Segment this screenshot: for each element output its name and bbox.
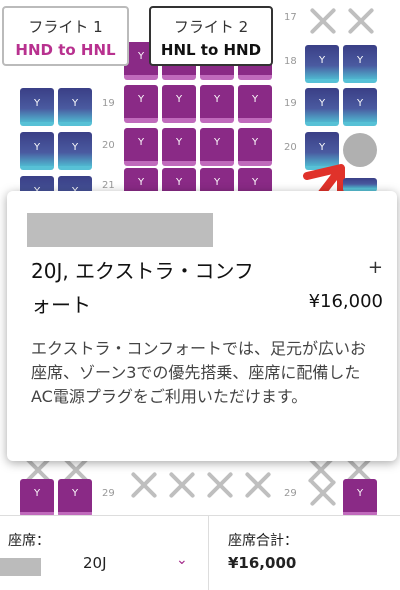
flight-1-label: フライト 1 — [28, 18, 103, 36]
unavailable-seat-icon — [345, 6, 375, 36]
total-label: 座席合計： — [228, 533, 298, 549]
popup-seat-title-continued: ォート — [31, 293, 91, 317]
expand-plus-button[interactable]: + — [368, 257, 383, 278]
row-number: 17 — [284, 12, 297, 23]
seat[interactable]: Y — [58, 479, 92, 517]
seat[interactable]: Y — [58, 132, 92, 170]
flight-1-route: HND to HNL — [15, 41, 116, 59]
total-value: ¥16,000 — [228, 554, 297, 572]
seat[interactable]: Y — [124, 85, 158, 123]
row-number: 29 — [284, 488, 297, 499]
seat[interactable]: Y — [20, 88, 54, 126]
unavailable-seat-icon — [307, 6, 337, 36]
seat[interactable]: Y — [58, 88, 92, 126]
popup-seat-title: 20J, エクストラ・コンフ — [31, 259, 254, 283]
seat-value[interactable]: 20J — [83, 554, 107, 572]
row-number: 19 — [284, 98, 297, 109]
unavailable-seat-icon — [166, 470, 196, 500]
seat[interactable]: Y — [124, 128, 158, 166]
seat[interactable]: Y — [238, 128, 272, 166]
divider — [208, 516, 209, 590]
chevron-down-icon[interactable]: ⌄ — [176, 552, 188, 568]
seat[interactable]: Y — [200, 85, 234, 123]
flight-2-label: フライト 2 — [173, 18, 249, 36]
seat-label: 座席： — [8, 533, 50, 549]
unavailable-seat-icon — [242, 470, 272, 500]
row-number: 20 — [284, 142, 297, 153]
seat[interactable]: Y — [20, 132, 54, 170]
row-number: 20 — [102, 140, 115, 151]
seat[interactable]: Y — [305, 88, 339, 126]
seat[interactable] — [343, 178, 377, 192]
row-number: 29 — [102, 488, 115, 499]
seat[interactable]: Y — [343, 479, 377, 517]
tab-flight-1[interactable]: フライト 1 HND to HNL — [2, 6, 129, 66]
seat[interactable]: Y — [20, 479, 54, 517]
row-number: 21 — [102, 180, 115, 191]
popup-price: ¥16,000 — [308, 291, 383, 312]
tab-flight-2[interactable]: フライト 2 HNL to HND — [149, 6, 273, 66]
flight-2-route: HNL to HND — [160, 41, 262, 59]
redacted-bar — [27, 213, 213, 247]
redacted-block — [0, 558, 41, 576]
seat[interactable]: Y — [162, 85, 196, 123]
seat[interactable]: Y — [343, 45, 377, 83]
seat[interactable]: Y — [200, 128, 234, 166]
seat[interactable]: Y — [162, 128, 196, 166]
popup-description: エクストラ・コンフォートでは、足元が広いお座席、ゾーン3での優先搭乗、座席に配備… — [31, 339, 367, 406]
unavailable-seat-icon — [128, 470, 158, 500]
row-number: 19 — [102, 98, 115, 109]
seat-summary-footer: 座席： 20J ⌄ 座席合計： ¥16,000 — [0, 515, 400, 590]
unavailable-seat-icon — [307, 478, 337, 508]
row-number: 18 — [284, 56, 297, 67]
unavailable-seat-icon — [204, 470, 234, 500]
seat-detail-popup: 20J, エクストラ・コンフ + ォート ¥16,000 エクストラ・コンフォー… — [7, 191, 397, 461]
seat[interactable]: Y — [343, 88, 377, 126]
seat[interactable]: Y — [238, 85, 272, 123]
seat[interactable]: Y — [305, 45, 339, 83]
